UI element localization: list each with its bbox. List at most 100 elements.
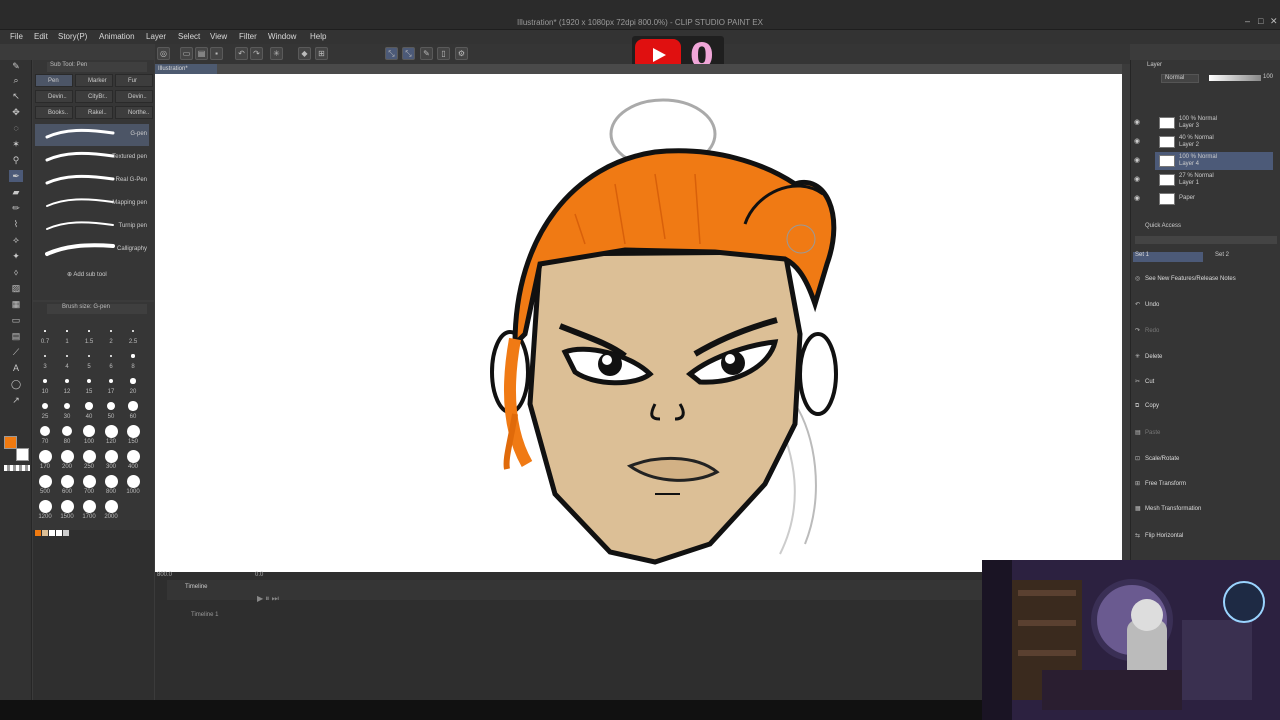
brush-size-preview[interactable] [61,425,73,437]
transform-icon[interactable]: ⊞ [315,47,328,60]
operation-tool-icon[interactable]: ↖ [9,90,23,102]
brush-size-preview[interactable] [38,449,52,463]
pen-active-icon[interactable]: ✒ [9,170,23,182]
brush-size-preview[interactable] [86,378,92,384]
eye-icon[interactable]: ◉ [1134,175,1140,183]
play-icon[interactable]: ▶ ⏸ ⏭ [257,594,279,604]
redo-icon[interactable]: ↷ [250,47,263,60]
eye-icon[interactable]: ◉ [1134,137,1140,145]
undo-icon[interactable]: ↶ [235,47,248,60]
brush-real-g-pen[interactable]: Real G-Pen [35,170,149,192]
brush-size-preview[interactable] [38,499,52,513]
brush-size-preview[interactable] [60,499,74,513]
menu-filter[interactable]: Filter [239,32,257,41]
brush-tool-icon[interactable]: ⌇ [9,218,23,230]
menu-animation[interactable]: Animation [99,32,135,41]
brush-calligraphy[interactable]: Calligraphy [35,239,149,261]
qa-free-transform[interactable]: ⊞ Free Transform [1135,480,1186,487]
brush-size-preview[interactable] [63,402,71,410]
snap-ruler-icon[interactable]: ⤡ [385,47,398,60]
transparent-color-swatch[interactable] [4,465,30,471]
qa-delete[interactable]: ✳ Delete [1135,353,1162,360]
brush-size-preview[interactable] [60,474,74,488]
brush-size-preview[interactable] [132,330,134,332]
tab-set-1[interactable]: Set 1 [1133,252,1203,262]
tab-fur[interactable]: Fur [115,74,153,87]
menu-help[interactable]: Help [310,32,326,41]
qa-flip-horizontal[interactable]: ⇆ Flip Horizontal [1135,532,1183,539]
brush-size-preview[interactable] [126,474,140,488]
menu-story[interactable]: Story(P) [58,32,87,41]
tab-northe[interactable]: Northe.. [115,106,153,119]
zoom-value[interactable]: 800.0 [157,572,172,578]
maximize-icon[interactable]: □ [1258,16,1263,26]
blend-tool-icon[interactable]: ⬨ [9,266,23,278]
fill-tool-icon[interactable]: ▨ [9,282,23,294]
brush-g-pen[interactable]: G-pen [35,124,149,146]
color-history-swatch[interactable] [42,530,48,536]
qa-paste[interactable]: ▤ Paste [1135,429,1160,436]
color-history-swatch[interactable] [49,530,55,536]
qa-mesh-transformation[interactable]: ▦ Mesh Transformation [1135,505,1201,512]
figure-tool-icon[interactable]: ▭ [9,314,23,326]
brush-size-preview[interactable] [42,403,48,409]
new-icon[interactable]: ▭ [180,47,193,60]
pen-settings-icon[interactable]: ✎ [420,47,433,60]
layer-row-paper[interactable]: Paper [1155,190,1273,208]
tab-marker[interactable]: Marker [75,74,113,87]
menu-view[interactable]: View [210,32,227,41]
brush-size-preview[interactable] [44,330,46,332]
brush-size-preview[interactable] [82,449,96,463]
brush-size-preview[interactable] [109,354,113,358]
brush-size-preview[interactable] [108,378,114,384]
brush-size-preview[interactable] [104,499,118,513]
lasso-tool-icon[interactable]: ◌ [9,122,23,134]
menu-edit[interactable]: Edit [34,32,48,41]
qa-copy[interactable]: ⧉ Copy [1135,403,1159,410]
sub-color-swatch[interactable] [16,448,29,461]
zoom-tool-icon[interactable]: ⌕ [9,74,23,86]
layer-row[interactable]: 100 % Normal Layer 3 [1155,114,1273,132]
decoration-tool-icon[interactable]: ✦ [9,250,23,262]
brush-size-preview[interactable] [88,330,90,332]
brush-textured-pen[interactable]: Textured pen [35,147,149,169]
brush-size-preview[interactable] [110,330,112,332]
brush-size-preview[interactable] [82,499,96,513]
brush-size-preview[interactable] [104,424,118,438]
color-history-swatch[interactable] [56,530,62,536]
add-sub-tool-button[interactable]: ⊕ Add sub tool [67,271,107,278]
pen-tool-icon[interactable]: ✎ [9,60,23,72]
opacity-value[interactable]: 100 [1263,74,1273,80]
fill-icon[interactable]: ◆ [298,47,311,60]
color-history-swatch[interactable] [35,530,41,536]
brush-size-preview[interactable] [130,378,136,384]
brush-size-preview[interactable] [38,474,52,488]
brush-size-preview[interactable] [65,354,69,358]
quick-access-search[interactable] [1135,236,1277,244]
eye-icon[interactable]: ◉ [1134,156,1140,164]
brush-size-preview[interactable] [87,354,91,358]
document-icon[interactable]: ▯ [437,47,450,60]
qa-scale-rotate[interactable]: ⊡ Scale/Rotate [1135,455,1179,462]
brush-size-preview[interactable] [85,402,93,410]
text-tool-icon[interactable]: A [9,362,23,374]
eye-icon[interactable]: ◉ [1134,118,1140,126]
frame-tool-icon[interactable]: ▤ [9,330,23,342]
tab-devin-1[interactable]: Devin.. [35,90,73,103]
gradient-tool-icon[interactable]: ▦ [9,298,23,310]
angle-value[interactable]: 0.0 [255,572,263,578]
brush-size-preview[interactable] [39,425,50,436]
ruler-tool-icon[interactable]: ⟋ [9,346,23,358]
brush-size-preview[interactable] [82,474,96,488]
brush-size-preview[interactable] [128,401,138,411]
balloon-tool-icon[interactable]: ◯ [9,378,23,390]
close-icon[interactable]: ✕ [1270,16,1278,27]
eyedropper-tool-icon[interactable]: ⚲ [9,154,23,166]
qa-undo[interactable]: ↶ Undo [1135,301,1159,308]
brush-size-preview[interactable] [83,425,95,437]
color-history-swatch[interactable] [63,530,69,536]
minimize-icon[interactable]: – [1245,16,1250,26]
blend-mode-select[interactable]: Normal [1161,74,1199,83]
wand-tool-icon[interactable]: ✶ [9,138,23,150]
brush-size-preview[interactable] [104,449,118,463]
